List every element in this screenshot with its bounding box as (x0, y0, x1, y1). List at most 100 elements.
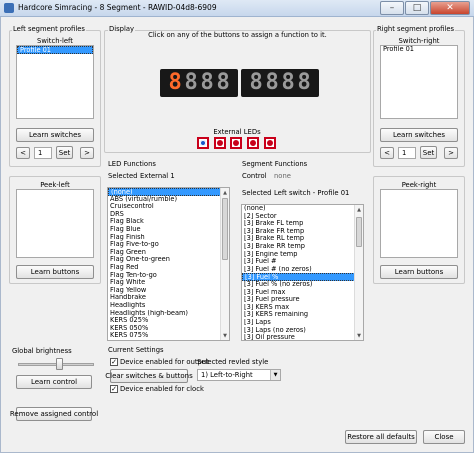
segment-function-item[interactable]: [2] Sector (242, 213, 363, 221)
scroll-up-icon[interactable]: ▲ (355, 205, 363, 214)
right-prev-button[interactable]: < (380, 147, 394, 159)
led-function-item[interactable]: Flag One-to-green (108, 256, 229, 264)
segment-function-item[interactable]: [3] Brake FL temp (242, 220, 363, 228)
led-function-item[interactable]: KERS 025% (108, 317, 229, 325)
segment-function-item[interactable]: [3] Brake RR temp (242, 243, 363, 251)
external-led-2[interactable] (214, 137, 226, 149)
segment-function-item[interactable]: [3] Fuel pressure (242, 296, 363, 304)
right-digit-1[interactable]: 8 (250, 72, 263, 94)
segment-function-item[interactable]: (none) (242, 205, 363, 213)
led-function-item[interactable]: Flag Five-to-go (108, 241, 229, 249)
segment-function-item[interactable]: [3] Brake FR temp (242, 228, 363, 236)
scroll-thumb[interactable] (222, 198, 228, 260)
led-function-item[interactable]: Headlights (high-beam) (108, 310, 229, 318)
segment-functions-list[interactable]: (none) [2] Sector [3] Brake FL temp [3] Bra… (241, 204, 364, 341)
peek-left-list[interactable] (16, 189, 94, 258)
remove-assigned-control-button[interactable]: Remove assigned control (10, 407, 98, 421)
scroll-down-icon[interactable]: ▼ (355, 331, 363, 340)
led-function-item[interactable]: Flag Ten-to-go (108, 272, 229, 280)
led-function-item[interactable]: Flag Black (108, 218, 229, 226)
led-function-item[interactable]: Cruisecontrol (108, 203, 229, 211)
app-icon (4, 3, 14, 13)
led-function-item[interactable]: Handbrake (108, 294, 229, 302)
led-functions-list[interactable]: (none) ABS (virtual/rumble) Cruisecontrol D… (107, 187, 230, 341)
learn-switches-right-button[interactable]: Learn switches (380, 128, 458, 142)
current-settings-title: Current Settings (108, 346, 164, 354)
switch-left-list[interactable]: Profile 01 (16, 45, 94, 119)
external-led-4[interactable] (247, 137, 259, 149)
segment-function-item[interactable]: [3] Engine temp (242, 251, 363, 259)
left-next-button[interactable]: > (80, 147, 94, 159)
right-page-input[interactable]: 1 (398, 147, 416, 159)
segment-function-item[interactable]: [3] Brake RL temp (242, 235, 363, 243)
led-function-item[interactable]: Flag White (108, 279, 229, 287)
external-leds-label: External LEDs (213, 128, 261, 136)
segment-list-scrollbar[interactable]: ▲ ▼ (354, 205, 363, 340)
maximize-button[interactable]: □ (405, 1, 429, 15)
led-function-item[interactable]: Flag Green (108, 249, 229, 257)
switch-left-item-profile-01[interactable]: Profile 01 (17, 46, 93, 54)
led-list-scrollbar[interactable]: ▲ ▼ (220, 188, 229, 340)
external-led-3[interactable] (230, 137, 242, 149)
switch-right-list[interactable]: Profile 01 (380, 45, 458, 119)
right-digit-3[interactable]: 8 (282, 72, 295, 94)
left-prev-button[interactable]: < (16, 147, 30, 159)
segment-function-item[interactable]: [3] Fuel max (242, 289, 363, 297)
minimize-button[interactable]: – (380, 1, 404, 15)
left-digit-4[interactable]: 8 (217, 72, 230, 94)
external-led-5[interactable] (264, 137, 276, 149)
restore-defaults-button[interactable]: Restore all defaults (345, 430, 417, 444)
led-function-item[interactable]: (none) (108, 188, 229, 196)
scroll-up-icon[interactable]: ▲ (221, 188, 229, 197)
led-function-item[interactable]: ABS (virtual/rumble) (108, 196, 229, 204)
led-function-item[interactable]: Headlights (108, 302, 229, 310)
led-function-item[interactable]: Flag Blue (108, 226, 229, 234)
switch-left-label: Switch-left (37, 37, 73, 45)
switch-right-item-profile-01[interactable]: Profile 01 (381, 46, 457, 54)
scroll-thumb[interactable] (356, 217, 362, 247)
led-function-item[interactable]: KERS 050% (108, 325, 229, 333)
device-clock-label: Device enabled for clock (120, 385, 204, 393)
learn-control-button[interactable]: Learn control (16, 375, 92, 389)
revled-style-select[interactable]: 1) Left-to-Right ▼ (197, 369, 281, 381)
chevron-down-icon[interactable]: ▼ (270, 370, 280, 380)
right-next-button[interactable]: > (444, 147, 458, 159)
scroll-down-icon[interactable]: ▼ (221, 331, 229, 340)
brightness-slider-thumb[interactable] (55, 358, 63, 370)
left-digit-1[interactable]: 8 (169, 72, 182, 94)
segment-function-item[interactable]: [3] KERS remaining (242, 311, 363, 319)
device-output-checkbox[interactable]: ✓ (110, 358, 118, 366)
led-function-item[interactable]: KERS 075% (108, 332, 229, 340)
segment-function-item[interactable]: [3] KERS max (242, 304, 363, 312)
segment-function-item[interactable]: [3] Laps (no zeros) (242, 327, 363, 335)
segment-function-item[interactable]: [3] Oil pressure (242, 334, 363, 340)
learn-buttons-right-button[interactable]: Learn buttons (380, 265, 458, 279)
peek-right-list[interactable] (380, 189, 458, 258)
right-set-button[interactable]: Set (420, 146, 437, 159)
external-led-1[interactable] (197, 137, 209, 149)
switch-right-label: Switch-right (398, 37, 440, 45)
led-function-item[interactable]: DRS (108, 211, 229, 219)
led-function-item[interactable]: Flag Red (108, 264, 229, 272)
segment-function-item[interactable]: [3] Fuel # (242, 258, 363, 266)
title-bar: Hardcore Simracing - 8 Segment - RAWID-0… (0, 0, 474, 17)
close-button[interactable]: Close (423, 430, 465, 444)
left-set-button[interactable]: Set (56, 146, 73, 159)
left-page-input[interactable]: 1 (34, 147, 52, 159)
segment-function-item[interactable]: [3] Fuel % (no zeros) (242, 281, 363, 289)
clear-switches-buttons-button[interactable]: Clear switches & buttons (105, 369, 193, 383)
led-function-item[interactable]: Flag Finish (108, 234, 229, 242)
segment-function-item[interactable]: [3] Laps (242, 319, 363, 327)
led-function-item[interactable]: Flag Yellow (108, 287, 229, 295)
right-digit-4[interactable]: 8 (298, 72, 311, 94)
learn-switches-left-button[interactable]: Learn switches (16, 128, 94, 142)
segment-function-item[interactable]: [3] Fuel # (no zeros) (242, 266, 363, 274)
right-digit-2[interactable]: 8 (266, 72, 279, 94)
close-window-button[interactable]: ✕ (430, 1, 470, 15)
learn-buttons-left-button[interactable]: Learn buttons (16, 265, 94, 279)
left-digit-2[interactable]: 8 (185, 72, 198, 94)
led-dot-icon (233, 140, 239, 146)
device-clock-checkbox[interactable]: ✓ (110, 385, 118, 393)
left-digit-3[interactable]: 8 (201, 72, 214, 94)
segment-function-item[interactable]: [3] Fuel % (242, 273, 363, 281)
